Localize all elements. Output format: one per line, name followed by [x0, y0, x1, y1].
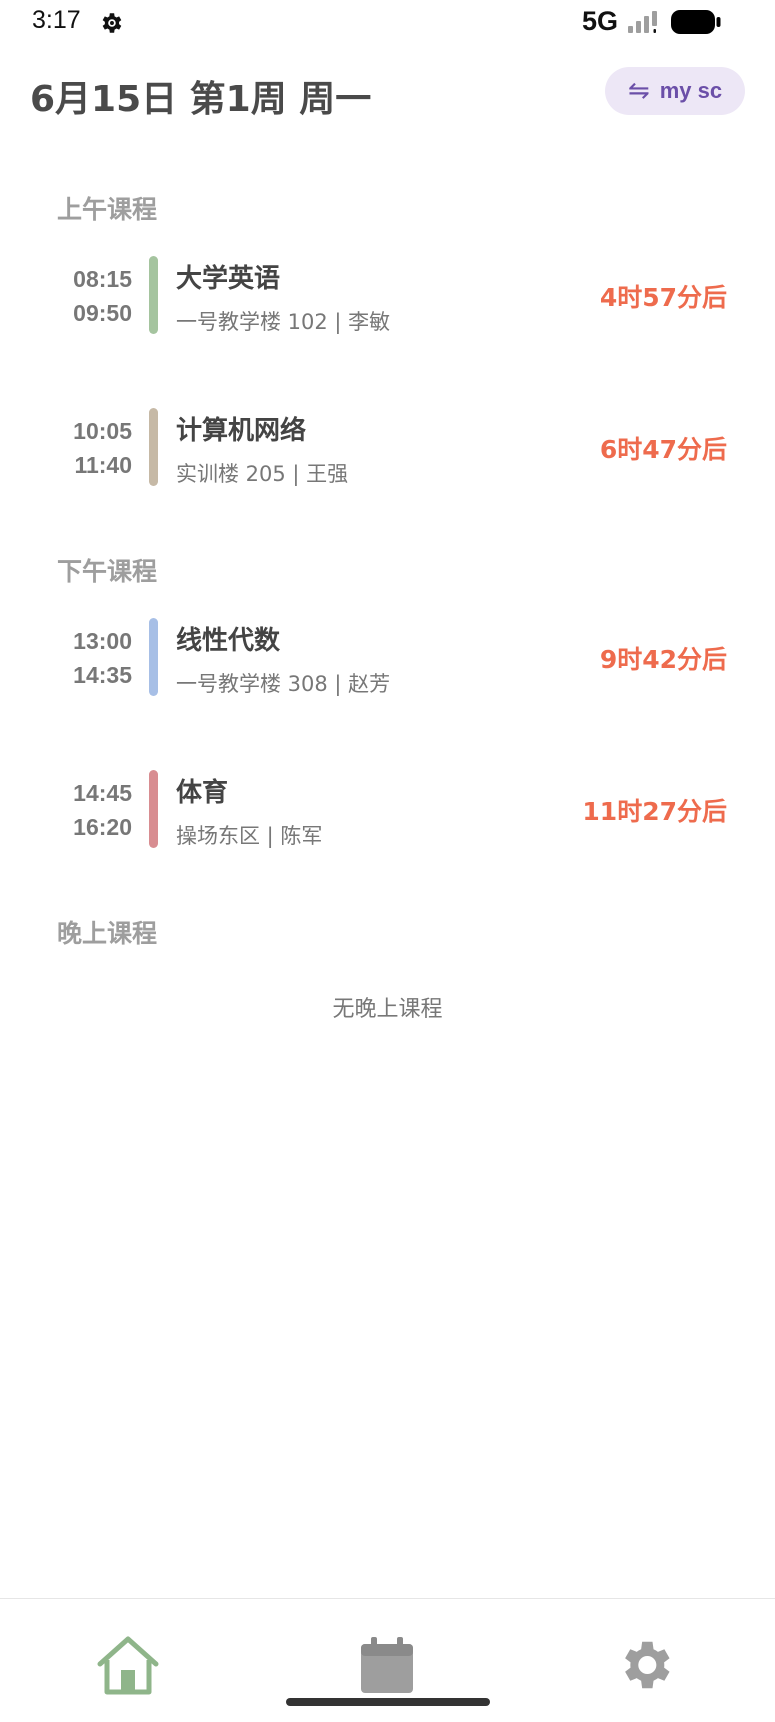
course-name: 计算机网络	[176, 416, 307, 446]
course-end-time: 09:50	[73, 300, 132, 326]
course-start-time: 14:45	[73, 780, 132, 806]
course-countdown: 11时27分后	[582, 797, 727, 826]
course-card[interactable]: 13:00 14:35 线性代数 一号教学楼 308 | 赵芳 9时42分后	[0, 618, 775, 700]
home-indicator[interactable]	[286, 1698, 490, 1706]
course-location-teacher: 操场东区 | 陈军	[176, 824, 323, 848]
page-title: 6月15日 第1周 周一	[30, 79, 372, 120]
course-end-time: 16:20	[73, 814, 132, 840]
course-countdown: 9时42分后	[599, 645, 727, 674]
battery-icon	[671, 10, 721, 34]
nav-calendar-button[interactable]	[347, 1625, 427, 1705]
course-name: 大学英语	[176, 264, 281, 294]
schedule-switch-button[interactable]: ⇋ my sc	[605, 67, 745, 115]
course-start-time: 08:15	[73, 266, 132, 292]
calendar-icon	[361, 1637, 413, 1693]
home-icon	[97, 1636, 159, 1695]
course-location-teacher: 一号教学楼 308 | 赵芳	[176, 672, 391, 696]
course-color-bar	[149, 618, 158, 696]
course-card[interactable]: 14:45 16:20 体育 操场东区 | 陈军 11时27分后	[0, 770, 775, 852]
settings-gear-icon	[625, 1641, 670, 1689]
course-start-time: 13:00	[73, 628, 132, 654]
empty-evening-note: 无晚上课程	[332, 997, 443, 1022]
section-title-morning: 上午课程	[57, 195, 158, 224]
course-name: 线性代数	[176, 626, 281, 656]
schedule-switch-label: my sc	[659, 78, 723, 103]
section-title-evening: 晚上课程	[57, 919, 158, 948]
gear-icon	[102, 13, 122, 33]
network-type: 5G	[582, 6, 619, 36]
course-countdown: 6时47分后	[599, 435, 727, 464]
signal-icon	[628, 11, 657, 33]
course-countdown: 4时57分后	[599, 283, 727, 312]
nav-home-button[interactable]	[88, 1625, 168, 1705]
course-end-time: 14:35	[73, 662, 132, 688]
app-screen: 3:17 5G 6月15日 第1周 周一 ⇋ my sc 上午课程 08:15 …	[0, 0, 775, 1722]
course-color-bar	[149, 256, 158, 334]
course-card[interactable]: 10:05 11:40 计算机网络 实训楼 205 | 王强 6时47分后	[0, 408, 775, 490]
course-card[interactable]: 08:15 09:50 大学英语 一号教学楼 102 | 李敏 4时57分后	[0, 256, 775, 338]
status-bar: 3:17 5G	[0, 0, 775, 48]
course-name: 体育	[176, 778, 229, 808]
course-color-bar	[149, 408, 158, 486]
header: 6月15日 第1周 周一 ⇋ my sc	[0, 60, 775, 130]
status-time: 3:17	[32, 6, 81, 34]
course-start-time: 10:05	[73, 418, 132, 444]
course-location-teacher: 实训楼 205 | 王强	[176, 462, 349, 486]
section-title-afternoon: 下午课程	[57, 557, 158, 586]
swap-icon: ⇋	[627, 76, 650, 106]
course-end-time: 11:40	[74, 452, 132, 478]
course-location-teacher: 一号教学楼 102 | 李敏	[176, 310, 391, 334]
nav-settings-button[interactable]	[605, 1625, 685, 1705]
course-color-bar	[149, 770, 158, 848]
